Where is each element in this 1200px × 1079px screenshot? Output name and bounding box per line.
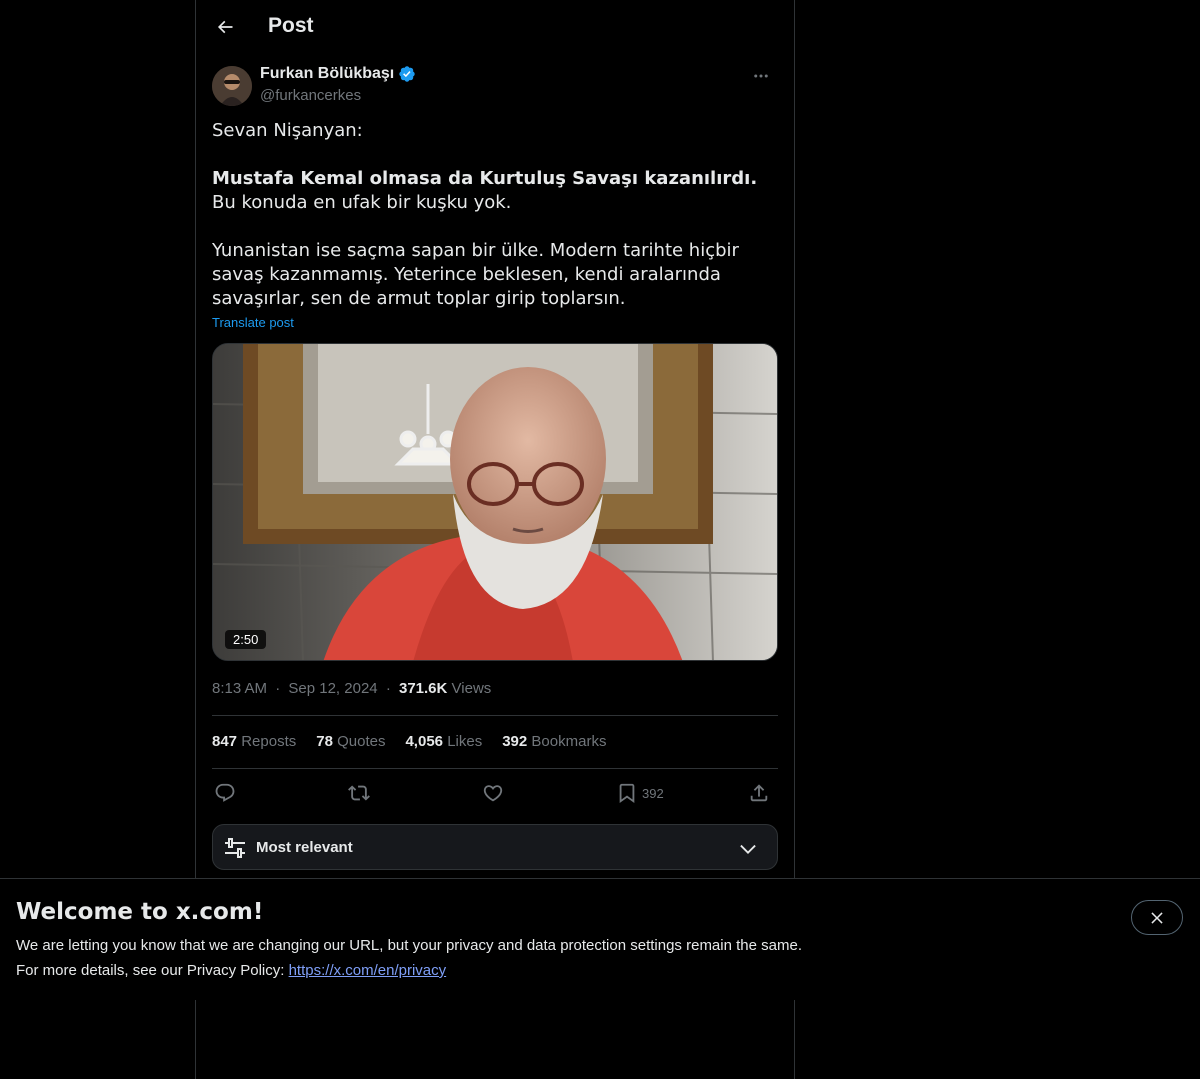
likes-label: Likes (447, 733, 483, 750)
post-stats: 847 Reposts 78 Quotes 4,056 Likes 392 Bo… (212, 733, 778, 750)
views-label: Views (451, 680, 492, 697)
post-author: Furkan Bölükbaşı @furkancerkes (212, 64, 778, 108)
post-rest-text: Bu konuda en ufak bir kuşku yok. (212, 192, 512, 213)
likes-count: 4,056 (405, 733, 444, 750)
views-count: 371.6K (398, 680, 448, 697)
page-header: Post (196, 0, 794, 54)
like-button[interactable] (482, 780, 504, 806)
banner-close-button[interactable] (1131, 900, 1183, 935)
translate-post-link[interactable]: Translate post (212, 315, 294, 330)
author-name[interactable]: Furkan Bölükbaşı (260, 65, 416, 83)
post-paragraph-3: Yunanistan ise saçma sapan bir ülke. Mod… (212, 240, 739, 309)
post-time[interactable]: 8:13 AM (212, 680, 267, 697)
verified-badge-icon (399, 66, 415, 82)
heart-icon (483, 785, 503, 802)
url-change-banner: Welcome to x.com! We are letting you kno… (0, 878, 1200, 1000)
share-button[interactable] (748, 780, 770, 806)
page-title: Post (268, 14, 314, 37)
banner-title: Welcome to x.com! (16, 899, 264, 925)
bookmarks-stat[interactable]: 392 Bookmarks (502, 733, 606, 750)
meta-separator: · (275, 680, 281, 697)
video-player[interactable]: 2:50 (212, 343, 778, 661)
post-date[interactable]: Sep 12, 2024 (288, 680, 377, 697)
video-thumbnail (213, 344, 777, 660)
repost-icon (348, 785, 370, 801)
post-paragraph-2: Mustafa Kemal olmasa da Kurtuluş Savaşı … (212, 167, 780, 215)
banner-message: We are letting you know that we are chan… (16, 937, 802, 954)
more-options-button[interactable] (744, 64, 778, 88)
close-icon (1151, 911, 1163, 924)
divider (212, 715, 778, 716)
banner-privacy-prefix: For more details, see our Privacy Policy… (16, 962, 289, 979)
reposts-label: Reposts (241, 733, 297, 750)
post-actions: 392 (212, 778, 778, 808)
post-text: Sevan Nişanyan: Mustafa Kemal olmasa da … (212, 119, 780, 311)
avatar[interactable] (212, 66, 252, 106)
likes-stat[interactable]: 4,056 Likes (405, 733, 482, 750)
reply-button[interactable] (214, 780, 236, 806)
reposts-stat[interactable]: 847 Reposts (212, 733, 296, 750)
author-name-text: Furkan Bölükbaşı (260, 65, 395, 82)
quotes-count: 78 (316, 733, 333, 750)
meta-separator: · (385, 680, 391, 697)
divider (212, 768, 778, 769)
share-icon (750, 784, 768, 802)
reply-icon (215, 783, 235, 802)
author-handle[interactable]: @furkancerkes (260, 87, 361, 104)
quotes-stat[interactable]: 78 Quotes (316, 733, 385, 750)
filter-sliders-icon (225, 838, 245, 858)
replies-sort-dropdown[interactable]: Most relevant (212, 824, 778, 870)
post-meta: 8:13 AM · Sep 12, 2024 · 371.6K Views (212, 680, 491, 697)
avatar-image (212, 66, 252, 106)
post-line-1: Sevan Nişanyan: (212, 120, 363, 141)
bookmark-button[interactable]: 392 (616, 780, 664, 806)
bookmarks-label: Bookmarks (531, 733, 607, 750)
privacy-policy-link[interactable]: https://x.com/en/privacy (289, 962, 447, 979)
arrow-left-icon (217, 20, 233, 34)
quotes-label: Quotes (337, 733, 386, 750)
post-bold-text: Mustafa Kemal olmasa da Kurtuluş Savaşı … (212, 168, 758, 189)
bookmarks-count: 392 (502, 733, 528, 750)
back-button[interactable] (208, 10, 242, 44)
chevron-down-icon (740, 844, 756, 854)
more-dots-icon (754, 74, 768, 78)
bookmark-icon (619, 783, 635, 804)
sort-label: Most relevant (256, 839, 353, 856)
bookmark-count: 392 (642, 785, 664, 801)
reposts-count: 847 (212, 733, 238, 750)
repost-button[interactable] (348, 780, 370, 806)
video-duration: 2:50 (225, 630, 267, 649)
banner-privacy-line: For more details, see our Privacy Policy… (16, 962, 446, 979)
